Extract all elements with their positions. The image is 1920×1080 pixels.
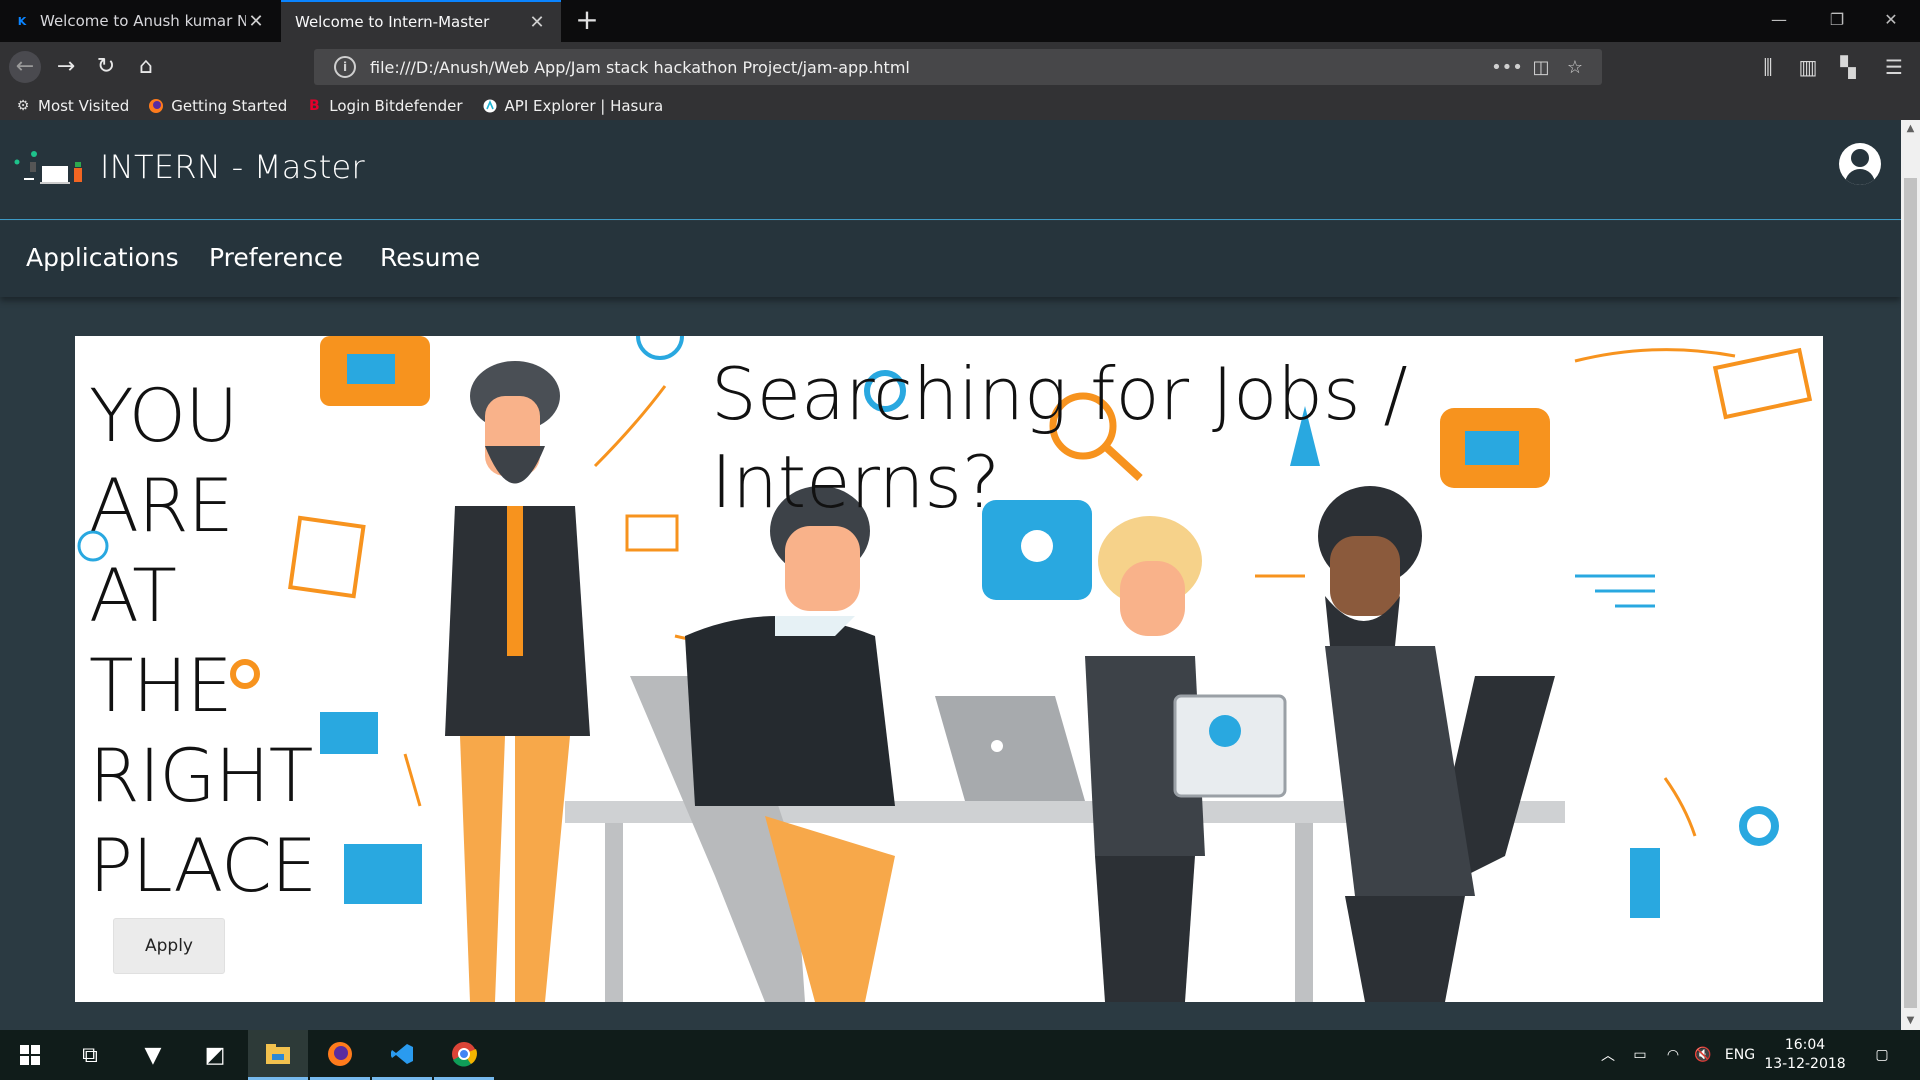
hero-heading-line: Searching for Jobs / (711, 352, 1408, 436)
user-avatar-icon[interactable] (1839, 143, 1881, 185)
restore-button[interactable]: ❐ (1808, 0, 1866, 42)
bookmark-hasura[interactable]: API Explorer | Hasura (481, 97, 664, 115)
home-button[interactable]: ⌂ (130, 51, 162, 83)
task-view-icon[interactable]: ⧉ (60, 1030, 120, 1080)
tagline-line: THE (89, 644, 233, 729)
system-clock[interactable]: 16:04 13-12-2018 (1762, 1036, 1848, 1074)
vscode-taskbar-icon[interactable] (372, 1030, 432, 1080)
sidebar-icon[interactable]: ▥ (1792, 51, 1824, 83)
volume-muted-icon[interactable]: 🔇 (1690, 1030, 1716, 1080)
seated-man-right (1318, 486, 1475, 1002)
tagline-line: AT (89, 554, 177, 639)
bookmark-most-visited[interactable]: ⚙ Most Visited (14, 97, 130, 115)
chrome-taskbar-icon[interactable] (434, 1030, 494, 1080)
new-tab-button[interactable]: + (570, 4, 604, 38)
tagline-line: YOU (89, 374, 239, 459)
standing-man (445, 361, 590, 1002)
windows-taskbar: ⧉ ▼ ◩ ︿ ▭ ◠ 🔇 ENG 16:04 13-12-2018 ▢ (0, 1030, 1920, 1080)
library-icon[interactable]: ⫼ (1752, 51, 1784, 83)
language-indicator[interactable]: ENG (1722, 1030, 1758, 1080)
back-button[interactable]: ← (9, 51, 41, 83)
firefox-icon (147, 97, 165, 115)
forward-button[interactable]: → (50, 51, 82, 83)
hasura-icon (481, 97, 499, 115)
url-bar[interactable]: i file:///D:/Anush/Web App/Jam stack hac… (314, 49, 1602, 85)
predator-app-icon[interactable]: ▼ (123, 1030, 183, 1080)
show-hidden-icons-icon[interactable]: ︿ (1596, 1030, 1620, 1080)
tagline-line: ARE (89, 464, 234, 549)
hero-heading: Searching for Jobs / Interns? (711, 350, 1431, 526)
tagline-line: RIGHT (89, 734, 313, 819)
start-windows-icon[interactable] (0, 1030, 60, 1080)
bookmark-label: Login Bitdefender (329, 97, 463, 115)
action-center-icon[interactable]: ▢ (1862, 1030, 1902, 1080)
bookmark-label: Getting Started (171, 97, 288, 115)
hero-heading-line: Interns? (711, 440, 1001, 524)
apply-button[interactable]: Apply (113, 918, 225, 974)
page-scrollbar[interactable]: ▲ ▼ (1901, 120, 1920, 1030)
tab-title: Welcome to Intern-Master (295, 13, 490, 31)
extension-icon[interactable]: ▚ (1832, 51, 1864, 83)
browser-tab-intern-master[interactable]: Welcome to Intern-Master ✕ (281, 0, 561, 42)
portfolio-favicon-icon: K (17, 14, 27, 28)
wifi-icon[interactable]: ◠ (1660, 1030, 1686, 1080)
scroll-up-icon[interactable]: ▲ (1901, 120, 1920, 138)
url-text[interactable]: file:///D:/Anush/Web App/Jam stack hacka… (370, 58, 1490, 77)
hero-banner: YOU ARE AT THE RIGHT PLACE Searching for… (75, 336, 1823, 1002)
nav-preference[interactable]: Preference (209, 243, 343, 272)
bookmarks-toolbar: ⚙ Most Visited Getting Started B Login B… (0, 92, 1920, 120)
close-window-button[interactable]: ✕ (1862, 0, 1920, 42)
nvidia-app-icon[interactable]: ◩ (185, 1030, 245, 1080)
clock-date: 13-12-2018 (1764, 1056, 1846, 1072)
tagline-line: PLACE (89, 824, 317, 909)
menu-icon[interactable]: ☰ (1878, 51, 1910, 83)
hero-tagline: YOU ARE AT THE RIGHT PLACE (89, 372, 317, 912)
bitdefender-icon: B (308, 98, 320, 114)
browser-toolbar: ← → ↻ ⌂ i file:///D:/Anush/Web App/Jam s… (0, 42, 1920, 92)
site-info-icon[interactable]: i (334, 56, 356, 78)
page-viewport: INTERN - Master Applications Preference … (0, 120, 1901, 1030)
intern-master-logo-icon (14, 151, 82, 184)
minimize-button[interactable]: — (1750, 0, 1808, 42)
reload-button[interactable]: ↻ (90, 51, 122, 83)
pocket-icon[interactable]: ◫ (1524, 57, 1558, 78)
tab-title: Welcome to Anush kumar N's p (40, 12, 246, 30)
browser-tab-portfolio[interactable]: K Welcome to Anush kumar N's p ✕ (0, 0, 280, 42)
page-actions-icon[interactable]: ••• (1490, 57, 1524, 78)
battery-icon[interactable]: ▭ (1626, 1030, 1654, 1080)
clock-time: 16:04 (1784, 1037, 1826, 1053)
gear-icon: ⚙ (16, 98, 30, 114)
site-title[interactable]: INTERN - Master (100, 148, 365, 186)
close-tab-icon[interactable]: ✕ (527, 12, 547, 33)
bookmark-label: Most Visited (38, 97, 130, 115)
nav-resume[interactable]: Resume (380, 243, 480, 272)
bookmark-bitdefender[interactable]: B Login Bitdefender (305, 97, 463, 115)
bookmark-star-icon[interactable]: ☆ (1558, 57, 1592, 78)
site-header: INTERN - Master (0, 120, 1901, 220)
site-nav: Applications Preference Resume (0, 221, 1901, 297)
file-explorer-icon[interactable] (248, 1030, 308, 1080)
scrollbar-thumb[interactable] (1904, 178, 1917, 1008)
browser-tab-bar: K Welcome to Anush kumar N's p ✕ Welcome… (0, 0, 1920, 42)
close-tab-icon[interactable]: ✕ (246, 11, 266, 32)
firefox-taskbar-icon[interactable] (310, 1030, 370, 1080)
scroll-down-icon[interactable]: ▼ (1901, 1012, 1920, 1030)
bookmark-getting-started[interactable]: Getting Started (147, 97, 287, 115)
nav-applications[interactable]: Applications (26, 243, 179, 272)
bookmark-label: API Explorer | Hasura (504, 97, 664, 115)
